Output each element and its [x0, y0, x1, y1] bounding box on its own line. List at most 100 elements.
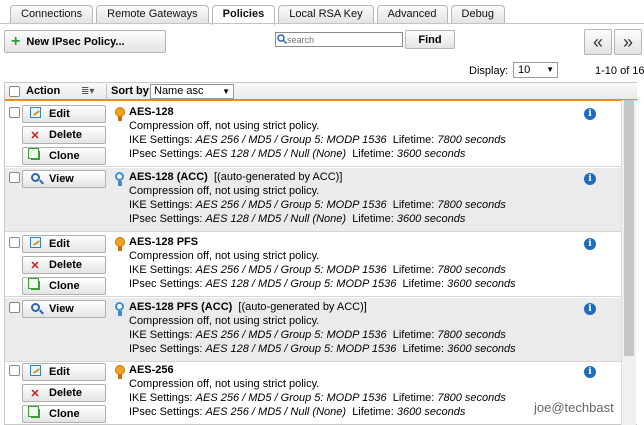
ike-settings: IKE Settings: AES 256 / MD5 / Group 5: M… [129, 199, 506, 211]
new-ipsec-policy-button[interactable]: + New IPsec Policy... [4, 30, 166, 53]
search-input[interactable] [275, 32, 403, 47]
delete-label: Delete [49, 129, 83, 141]
view-label: View [49, 303, 74, 315]
compression-text: Compression off, not using strict policy… [129, 315, 320, 327]
tab-policies[interactable]: Policies [211, 5, 276, 25]
ike-settings: IKE Settings: AES 256 / MD5 / Group 5: M… [129, 264, 506, 276]
select-all-checkbox[interactable] [9, 86, 20, 97]
table-row: Edit ✕ Delete Clone AES-128 Compression o… [5, 103, 622, 167]
page-range: 1-10 of 16 [595, 65, 644, 77]
compression-text: Compression off, not using strict policy… [129, 378, 320, 390]
ike-settings: IKE Settings: AES 256 / MD5 / Group 5: M… [129, 329, 506, 341]
tab-bar: Connections Remote Gateways Policies Loc… [10, 5, 505, 25]
edit-button[interactable]: Edit [22, 235, 106, 253]
clone-icon [27, 148, 42, 162]
info-icon[interactable]: i [584, 173, 596, 185]
table-row: View AES-128 PFS (ACC) [(auto-generated … [5, 298, 622, 362]
row-checkbox[interactable] [9, 172, 20, 183]
header-divider [106, 84, 107, 100]
ipsec-settings: IPsec Settings: AES 128 / MD5 / Group 5:… [129, 278, 516, 290]
compression-text: Compression off, not using strict policy… [129, 185, 320, 197]
compression-text: Compression off, not using strict policy… [129, 250, 320, 262]
edit-icon [28, 237, 42, 251]
tab-divider [0, 23, 644, 24]
find-label: Find [418, 33, 442, 46]
tab-remote-gateways[interactable]: Remote Gateways [96, 5, 209, 24]
dropdown-arrow-icon: ▼ [222, 87, 230, 96]
view-label: View [49, 173, 74, 185]
acc-badge-icon [115, 302, 124, 316]
double-chevron-right-icon: » [622, 31, 633, 52]
ipsec-settings: IPsec Settings: AES 128 / MD5 / Group 5:… [129, 343, 516, 355]
delete-button[interactable]: ✕ Delete [22, 384, 106, 402]
watermark-text: joe@techbast [534, 400, 614, 415]
row-checkbox[interactable] [9, 107, 20, 118]
acc-badge-icon [115, 172, 124, 186]
delete-x-icon: ✕ [30, 259, 40, 272]
policy-badge-icon [115, 365, 125, 379]
sort-select[interactable]: Name asc ▼ [150, 84, 234, 99]
view-button[interactable]: View [22, 170, 106, 188]
clone-icon [27, 406, 42, 420]
magnifier-icon [28, 173, 42, 185]
dropdown-arrow-icon: ▼ [546, 65, 554, 74]
ipsec-settings: IPsec Settings: AES 128 / MD5 / Null (No… [129, 213, 466, 225]
view-button[interactable]: View [22, 300, 106, 318]
tab-advanced[interactable]: Advanced [376, 5, 448, 24]
new-ipsec-policy-label: New IPsec Policy... [26, 35, 125, 48]
delete-x-icon: ✕ [30, 129, 40, 142]
edit-label: Edit [49, 238, 70, 250]
table-header: Action ≣▾ Sort by: Name asc ▼ [5, 83, 637, 101]
action-column-header: Action [26, 85, 61, 97]
clone-button[interactable]: Clone [22, 405, 106, 423]
delete-label: Delete [49, 387, 83, 399]
sort-value: Name asc [154, 85, 204, 97]
row-checkbox[interactable] [9, 237, 20, 248]
policy-badge-icon [115, 237, 125, 251]
policy-name: AES-256 [129, 364, 174, 376]
table-row: Edit ✕ Delete Clone AES-256 Compression o… [5, 361, 622, 424]
scrollbar-thumb[interactable] [624, 100, 634, 356]
tab-connections[interactable]: Connections [10, 5, 94, 24]
display-count-select[interactable]: 10 ▼ [513, 62, 558, 78]
previous-page-button[interactable]: « [584, 29, 612, 55]
edit-button[interactable]: Edit [22, 105, 106, 123]
double-chevron-left-icon: « [592, 31, 603, 52]
table-row: View AES-128 (ACC) [(auto-generated by A… [5, 168, 622, 232]
table-row: Edit ✕ Delete Clone AES-128 PFS Compressi… [5, 233, 622, 297]
display-count-value: 10 [518, 64, 531, 76]
clone-label: Clone [49, 280, 80, 292]
info-icon[interactable]: i [584, 303, 596, 315]
next-page-button[interactable]: » [614, 29, 642, 55]
tab-debug[interactable]: Debug [450, 5, 505, 24]
clone-button[interactable]: Clone [22, 147, 106, 165]
column-menu-icon[interactable]: ≣▾ [81, 86, 94, 97]
tab-local-rsa-key[interactable]: Local RSA Key [278, 5, 374, 24]
plus-icon: + [11, 32, 21, 50]
row-checkbox[interactable] [9, 302, 20, 313]
ike-settings: IKE Settings: AES 256 / MD5 / Group 5: M… [129, 134, 506, 146]
policy-table: Action ≣▾ Sort by: Name asc ▼ Edit ✕ Dele… [4, 82, 637, 425]
info-icon[interactable]: i [584, 108, 596, 120]
ike-settings: IKE Settings: AES 256 / MD5 / Group 5: M… [129, 392, 506, 404]
edit-label: Edit [49, 366, 70, 378]
display-label: Display: [469, 65, 509, 77]
edit-icon [28, 107, 42, 121]
info-icon[interactable]: i [584, 238, 596, 250]
delete-button[interactable]: ✕ Delete [22, 256, 106, 274]
policy-badge-icon [115, 107, 125, 121]
edit-button[interactable]: Edit [22, 363, 106, 381]
clone-label: Clone [49, 150, 80, 162]
vertical-scrollbar[interactable] [621, 100, 636, 425]
clone-button[interactable]: Clone [22, 277, 106, 295]
search-icon [277, 34, 287, 44]
delete-button[interactable]: ✕ Delete [22, 126, 106, 144]
find-button[interactable]: Find [405, 30, 455, 49]
row-checkbox[interactable] [9, 365, 20, 376]
clone-icon [27, 278, 42, 292]
compression-text: Compression off, not using strict policy… [129, 120, 320, 132]
edit-label: Edit [49, 108, 70, 120]
policy-name: AES-128 [129, 106, 174, 118]
edit-icon [28, 365, 42, 379]
info-icon[interactable]: i [584, 366, 596, 378]
